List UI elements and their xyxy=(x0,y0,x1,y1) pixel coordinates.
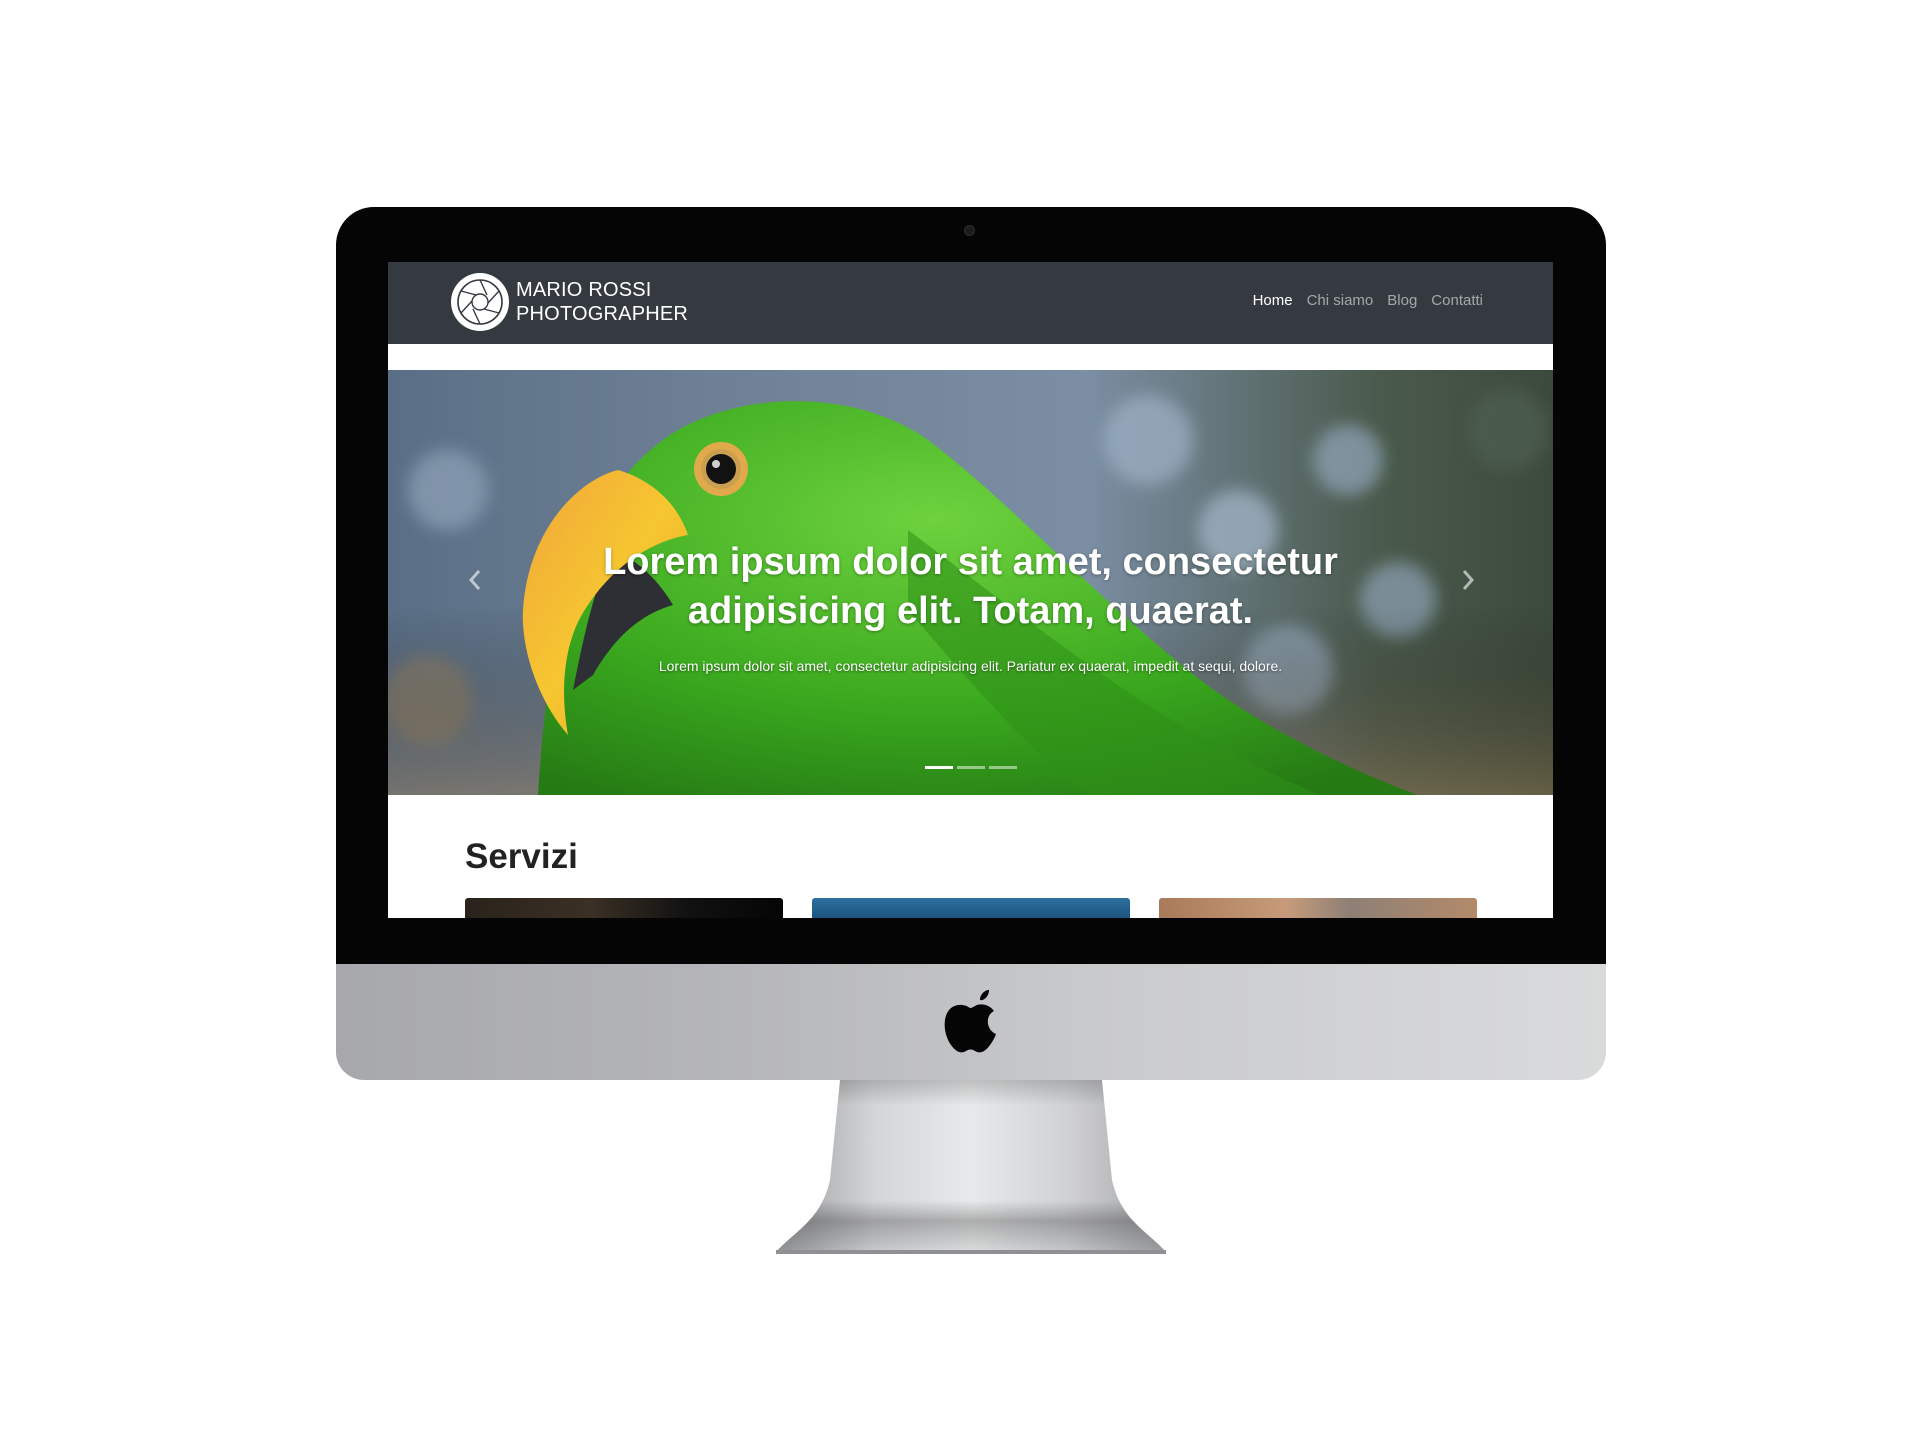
navbar: MARIO ROSSI PHOTOGRAPHER Home Chi siamo … xyxy=(388,262,1553,344)
nav-chi-siamo[interactable]: Chi siamo xyxy=(1307,292,1374,309)
brand[interactable]: MARIO ROSSI PHOTOGRAPHER xyxy=(450,272,688,332)
carousel-next-button[interactable] xyxy=(1453,565,1483,595)
brand-line-2: PHOTOGRAPHER xyxy=(516,303,689,325)
camera-aperture-icon xyxy=(451,273,509,331)
carousel-indicator-2[interactable] xyxy=(957,766,985,769)
camera-icon xyxy=(964,225,975,236)
hero-carousel: Lorem ipsum dolor sit amet, consectetur … xyxy=(388,370,1553,795)
service-card-3[interactable] xyxy=(1159,898,1477,918)
services-title: Servizi xyxy=(465,837,578,876)
nav-menu: Home Chi siamo Blog Contatti xyxy=(1253,292,1483,309)
carousel-indicators xyxy=(925,766,1017,769)
hero-subtitle: Lorem ipsum dolor sit amet, consectetur … xyxy=(658,658,1283,674)
apple-logo-icon xyxy=(944,990,996,1053)
monitor-stand xyxy=(776,1080,1166,1254)
service-card-2[interactable] xyxy=(812,898,1130,918)
nav-contatti[interactable]: Contatti xyxy=(1431,292,1483,309)
brand-name: MARIO ROSSI PHOTOGRAPHER xyxy=(516,278,688,326)
brand-line-1: MARIO ROSSI xyxy=(516,279,652,301)
nav-blog[interactable]: Blog xyxy=(1387,292,1417,309)
chevron-left-icon xyxy=(468,570,481,590)
monitor-chin xyxy=(336,964,1606,1080)
service-card-1[interactable] xyxy=(465,898,783,918)
hero-title: Lorem ipsum dolor sit amet, consectetur … xyxy=(603,541,1338,632)
nav-home[interactable]: Home xyxy=(1253,292,1293,309)
carousel-indicator-3[interactable] xyxy=(989,766,1017,769)
website-screen: MARIO ROSSI PHOTOGRAPHER Home Chi siamo … xyxy=(388,262,1553,918)
carousel-prev-button[interactable] xyxy=(460,565,490,595)
hero-caption: Lorem ipsum dolor sit amet, consectetur … xyxy=(528,538,1413,674)
chevron-right-icon xyxy=(1462,570,1475,590)
carousel-indicator-1[interactable] xyxy=(925,766,953,769)
